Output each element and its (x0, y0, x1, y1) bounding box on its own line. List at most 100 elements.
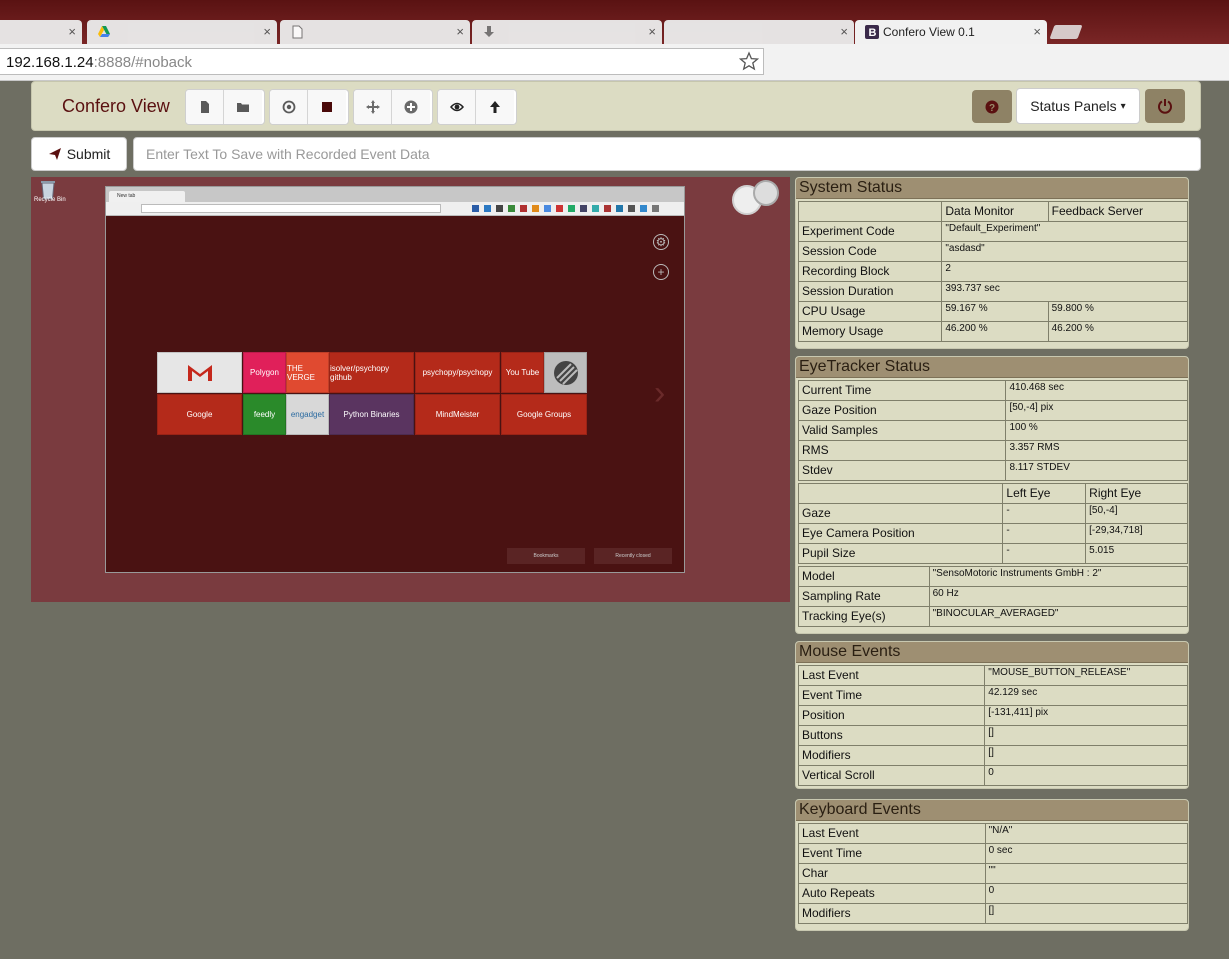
tab-close-icon[interactable]: × (840, 24, 848, 39)
brand-title[interactable]: Confero View (62, 96, 170, 117)
extension-icon (472, 205, 479, 212)
left-eye-value: - (1002, 503, 1087, 524)
row-value: "Default_Experiment" (941, 221, 1188, 242)
row-label: CPU Usage (797, 301, 943, 322)
google-drive-icon (98, 26, 110, 37)
right-eye-value: 5.015 (1085, 543, 1188, 564)
chevron-right-icon: › (654, 374, 666, 412)
power-button[interactable] (1145, 89, 1185, 123)
browser-tab[interactable]: × (87, 20, 277, 44)
eyetracker-status-panel: EyeTracker Status Current Time 410.468 se… (795, 356, 1189, 634)
file-button-group (185, 89, 265, 125)
system-status-table: Data Monitor Feedback Server Experiment … (797, 201, 1188, 342)
status-panels-dropdown[interactable]: Status Panels ▾ (1016, 88, 1140, 124)
table-row: Sampling Rate 60 Hz (798, 586, 1188, 607)
calibrate-button[interactable] (354, 90, 392, 124)
row-value: 59.167 % (941, 301, 1049, 322)
row-label: Current Time (797, 380, 1007, 401)
row-label: Auto Repeats (798, 883, 986, 904)
browser-tab[interactable]: × (0, 20, 82, 44)
mini-new-tab-page: ⚙ + Polygon THE VERGE isolver/psychopy g… (106, 216, 684, 572)
row-value: 60 Hz (928, 586, 1188, 607)
tab-close-icon[interactable]: × (648, 24, 656, 39)
address-bar: 192.168.1.24:8888/#noback (0, 44, 1229, 81)
speed-dial-tile: isolver/psychopy github (329, 352, 414, 393)
calibration-button-group (353, 89, 433, 125)
new-file-button[interactable] (186, 90, 224, 124)
empty-header-cell (797, 483, 1004, 504)
speed-dial-tile (544, 352, 587, 393)
bookmark-star-icon[interactable] (739, 51, 759, 71)
browser-tab-active[interactable]: B Confero View 0.1 × (855, 20, 1047, 44)
row-label: Recording Block (797, 261, 943, 282)
empty-header-cell (797, 201, 943, 222)
document-icon (292, 25, 303, 39)
row-value: 410.468 sec (1005, 380, 1188, 401)
table-row: Current Time 410.468 sec (797, 380, 1188, 401)
tab-close-icon[interactable]: × (263, 24, 271, 39)
speed-dial-tile: You Tube (501, 352, 544, 393)
arrow-up-icon (490, 101, 500, 113)
speed-dial-tile: Google Groups (501, 394, 587, 435)
plus-circle-icon (404, 100, 418, 114)
browser-tab[interactable]: × (472, 20, 662, 44)
table-row: Stdev 8.117 STDEV (797, 460, 1188, 481)
table-row: Gaze Position [50,-4] pix (797, 400, 1188, 421)
tab-close-icon[interactable]: × (456, 24, 464, 39)
table-row: Pupil Size -5.015 (797, 543, 1188, 564)
tab-close-icon[interactable]: × (1033, 24, 1041, 39)
row-label: Sampling Rate (798, 586, 930, 607)
extension-icon (508, 205, 515, 212)
open-folder-button[interactable] (224, 90, 262, 124)
table-row: Tracking Eye(s) "BINOCULAR_AVERAGED" (798, 606, 1188, 627)
row-label: Modifiers (797, 745, 986, 766)
browser-tab[interactable]: × (664, 20, 854, 44)
view-button-group (437, 89, 517, 125)
upload-button[interactable] (476, 90, 514, 124)
table-row: Auto Repeats 0 (798, 883, 1188, 904)
column-header: Feedback Server (1047, 201, 1188, 222)
table-row: Model "SensoMotoric Instruments GmbH : 2" (798, 566, 1188, 587)
extension-icon (604, 205, 611, 212)
column-header: Right Eye (1085, 483, 1188, 504)
row-label: Session Duration (797, 281, 943, 302)
panel-title: System Status (796, 178, 1188, 199)
browser-tab[interactable]: × (280, 20, 470, 44)
table-row: Valid Samples 100 % (797, 420, 1188, 441)
row-value: "" (984, 863, 1188, 884)
panel-title: EyeTracker Status (796, 357, 1188, 378)
submit-button[interactable]: Submit (31, 137, 127, 171)
table-row: Last Event "N/A" (798, 823, 1188, 844)
new-tab-button[interactable] (1049, 25, 1083, 39)
bootstrap-b-icon: B (865, 25, 879, 39)
row-label: Experiment Code (797, 221, 943, 242)
tab-close-icon[interactable]: × (68, 24, 76, 39)
event-text-input[interactable] (133, 137, 1201, 171)
row-value: 8.117 STDEV (1005, 460, 1188, 481)
row-label: Event Time (798, 843, 986, 864)
url-field[interactable]: 192.168.1.24:8888/#noback (0, 48, 764, 75)
record-button[interactable] (270, 90, 308, 124)
help-button[interactable]: ? (972, 90, 1012, 123)
row-value: 42.129 sec (984, 685, 1188, 706)
gmail-icon (187, 364, 212, 381)
row-value: "BINOCULAR_AVERAGED" (928, 606, 1188, 627)
row-value: [-131,411] pix (984, 705, 1188, 726)
speed-dial-tile: psychopy/psychopy (415, 352, 500, 393)
caret-down-icon: ▾ (1120, 100, 1126, 112)
row-value: 0 (984, 883, 1188, 904)
screen-preview[interactable]: Recycle Bin New tab ⚙ + Polygon THE VERG… (31, 177, 790, 602)
extension-icon (628, 205, 635, 212)
stop-button[interactable] (308, 90, 346, 124)
table-row: RMS 3.357 RMS (797, 440, 1188, 461)
extension-icon (652, 205, 659, 212)
left-eye-value: - (1002, 523, 1087, 544)
row-label: Vertical Scroll (797, 765, 986, 786)
add-button[interactable] (392, 90, 430, 124)
row-label: Gaze (797, 503, 1004, 524)
table-row: Modifiers[] (798, 903, 1188, 924)
row-value: 46.200 % (941, 321, 1049, 342)
row-value: 393.737 sec (941, 281, 1188, 302)
show-eye-button[interactable] (438, 90, 476, 124)
extension-icon (592, 205, 599, 212)
